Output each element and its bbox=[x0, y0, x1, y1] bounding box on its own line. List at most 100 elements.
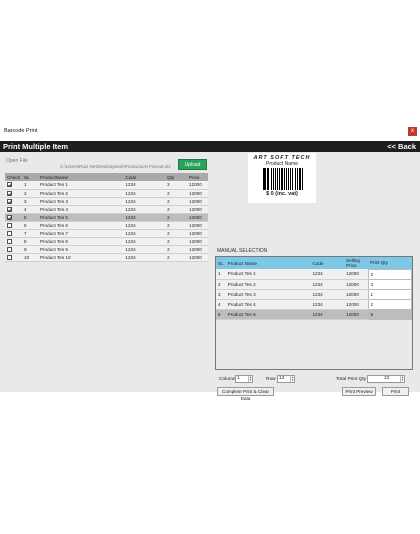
row-stepper[interactable]: 13 ▲ ▼ bbox=[277, 375, 295, 383]
complete-print-clear-button[interactable]: Complete Print & Clear Data bbox=[217, 387, 274, 401]
row-check-cell bbox=[5, 253, 23, 262]
close-icon[interactable]: x bbox=[408, 127, 417, 136]
table-row[interactable]: 3 Product Tes 3 1234 2 12000 bbox=[5, 197, 208, 206]
cell-name: Product Tes 9 bbox=[37, 245, 124, 254]
cell-code: 1234 bbox=[310, 299, 345, 310]
cell-code: 1234 bbox=[123, 205, 166, 214]
table-row[interactable]: 5 Product Tes 5 1234 2 12000 bbox=[5, 213, 208, 222]
cell-price: 12000 bbox=[187, 229, 208, 238]
row-check-cell bbox=[5, 181, 23, 190]
spin-arrows-icon[interactable]: ▲ ▼ bbox=[400, 376, 404, 382]
row-check-cell bbox=[5, 245, 23, 254]
preview-price: $ 0 (inc. vat) bbox=[266, 191, 298, 197]
print-qty-input[interactable]: 5 bbox=[367, 308, 413, 320]
cell-name: Product Tes 4 bbox=[225, 299, 311, 310]
table-row[interactable]: 1 Product Tes 1 1234 2 12000 bbox=[5, 181, 208, 190]
cell-sl: 2 bbox=[216, 279, 226, 290]
row-checkbox[interactable] bbox=[7, 238, 12, 244]
cell-sl: 9 bbox=[22, 245, 38, 254]
cell-sl: 4 bbox=[216, 299, 226, 310]
cell-code: 1234 bbox=[310, 289, 345, 300]
table-row[interactable]: 2 Product Tes 2 1234 12000 3 bbox=[216, 278, 413, 290]
column-stepper[interactable]: 1 ▲ ▼ bbox=[235, 375, 253, 383]
table-row[interactable]: 7 Product Tes 7 1234 2 12000 bbox=[5, 229, 208, 238]
row-checkbox[interactable] bbox=[7, 222, 12, 228]
cell-sl: 2 bbox=[22, 189, 38, 198]
back-button[interactable]: << Back bbox=[387, 142, 416, 151]
print-button[interactable]: Print bbox=[382, 387, 409, 396]
column-header-print-qty: Print Qty bbox=[368, 257, 412, 269]
cell-sl: 1 bbox=[22, 181, 38, 190]
table-row[interactable]: 1 Product Tes 1 1234 12000 2 bbox=[216, 268, 413, 280]
table-row[interactable]: 9 Product Tes 9 1234 2 12000 bbox=[5, 245, 208, 254]
cell-qty: 2 bbox=[165, 221, 188, 230]
cell-name: Product Tes 8 bbox=[37, 237, 124, 246]
cell-code: 1234 bbox=[123, 229, 166, 238]
table-row[interactable]: 10 Product Tes 10 1234 2 12000 bbox=[5, 253, 208, 262]
row-checkbox[interactable] bbox=[7, 182, 12, 188]
cell-price: 12000 bbox=[344, 269, 369, 280]
table-row[interactable]: 4 Product Tes 4 1234 2 12000 bbox=[5, 205, 208, 214]
row-checkbox[interactable] bbox=[7, 206, 12, 212]
cell-sl: 4 bbox=[22, 205, 38, 214]
row-check-cell bbox=[5, 197, 23, 206]
row-checkbox[interactable] bbox=[7, 190, 12, 196]
table-row[interactable]: 4 Product Tes 4 1234 12000 2 bbox=[216, 298, 413, 310]
cell-qty: 2 bbox=[165, 237, 188, 246]
cell-code: 1234 bbox=[123, 197, 166, 206]
table-row[interactable]: 8 Product Tes 8 1234 2 12000 bbox=[5, 237, 208, 246]
barcode-graphic bbox=[254, 168, 310, 190]
manual-selection-label: MANUAL SELECTION bbox=[217, 248, 268, 254]
barcode-bar bbox=[301, 168, 303, 190]
cell-price: 12000 bbox=[187, 253, 208, 262]
table-row[interactable]: 3 Product Tes 3 1234 12000 1 bbox=[216, 288, 413, 300]
print-qty-input[interactable]: 1 bbox=[367, 288, 413, 300]
row-checkbox[interactable] bbox=[7, 198, 12, 204]
cell-qty: 2 bbox=[165, 197, 188, 206]
cell-code: 1234 bbox=[123, 221, 166, 230]
print-preview-button[interactable]: Print Preview bbox=[342, 387, 376, 396]
column-header-sl: SL bbox=[22, 173, 38, 181]
row-checkbox[interactable] bbox=[7, 246, 12, 252]
total-print-qty-field[interactable]: 13 ▲ ▼ bbox=[367, 375, 405, 383]
row-checkbox[interactable] bbox=[7, 230, 12, 236]
cell-name: Product Tes 1 bbox=[37, 181, 124, 190]
cell-price: 12000 bbox=[187, 189, 208, 198]
row-check-cell bbox=[5, 221, 23, 230]
row-check-cell bbox=[5, 189, 23, 198]
cell-price: 12000 bbox=[187, 213, 208, 222]
cell-name: Product Tes 2 bbox=[37, 189, 124, 198]
row-checkbox[interactable] bbox=[7, 214, 12, 220]
cell-code: 1234 bbox=[123, 189, 166, 198]
cell-sl: 5 bbox=[22, 213, 38, 222]
cell-code: 1234 bbox=[123, 181, 166, 190]
cell-sl: 8 bbox=[22, 237, 38, 246]
column-header-product-name: ProductName bbox=[37, 173, 124, 181]
upload-button[interactable]: Upload bbox=[178, 159, 207, 170]
total-print-qty-value: 13 bbox=[383, 376, 390, 381]
cell-price: 12000 bbox=[187, 197, 208, 206]
print-qty-input[interactable]: 2 bbox=[367, 298, 413, 310]
cell-name: Product Tes 3 bbox=[225, 289, 311, 300]
cell-name: Product Tes 4 bbox=[37, 205, 124, 214]
spin-arrows-icon[interactable]: ▲ ▼ bbox=[248, 376, 252, 382]
cell-qty: 2 bbox=[165, 189, 188, 198]
cell-sl: 3 bbox=[22, 197, 38, 206]
spin-arrows-icon[interactable]: ▲ ▼ bbox=[290, 376, 294, 382]
table-row[interactable]: 6 Product Tes 6 1234 2 12000 bbox=[5, 221, 208, 230]
manual-selection-box: SL Product Name Code Selling Price Print… bbox=[215, 256, 413, 370]
print-qty-input[interactable]: 3 bbox=[367, 278, 413, 290]
column-value: 1 bbox=[237, 376, 240, 381]
total-print-qty-label: Total Print Qty bbox=[336, 377, 367, 382]
cell-price: 12000 bbox=[187, 181, 208, 190]
print-qty-input[interactable]: 2 bbox=[367, 268, 413, 280]
file-path: C:\Users\Riaz.Net\Desktop\test\ProductLi… bbox=[60, 164, 171, 169]
row-value: 13 bbox=[279, 376, 285, 381]
table-row[interactable]: 5 Product Tes 5 1234 12000 5 bbox=[216, 308, 413, 320]
column-header-check: Check bbox=[5, 173, 23, 181]
row-checkbox[interactable] bbox=[7, 254, 12, 260]
cell-name: Product Tes 6 bbox=[37, 221, 124, 230]
table-row[interactable]: 2 Product Tes 2 1234 2 12000 bbox=[5, 189, 208, 198]
cell-price: 12000 bbox=[344, 299, 369, 310]
column-label: Column bbox=[219, 377, 236, 382]
